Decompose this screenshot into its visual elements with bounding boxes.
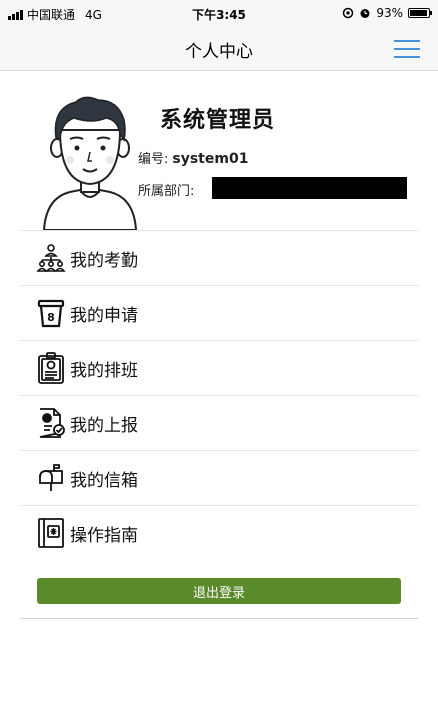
- menu-item-label: 我的考勤: [70, 250, 138, 271]
- profile-card: 系统管理员 编号: system01 所属部门:: [0, 72, 438, 230]
- battery-icon: [408, 8, 432, 18]
- orientation-lock-icon: [343, 7, 354, 19]
- department-row: 所属部门:: [138, 180, 194, 199]
- menu-item-label: 我的申请: [70, 305, 138, 326]
- department-value-redacted: [212, 177, 407, 199]
- menu-item-label: 我的排班: [70, 360, 138, 381]
- menu-item-label: 操作指南: [70, 525, 138, 546]
- document-check-icon: [34, 406, 68, 440]
- avatar: [42, 96, 138, 230]
- org-chart-icon: [34, 241, 68, 275]
- battery-level: [410, 10, 427, 16]
- menu-item-attendance[interactable]: 我的考勤: [20, 230, 418, 285]
- svg-text:8: 8: [47, 311, 55, 324]
- menu-item-applications[interactable]: 8 我的申请: [20, 285, 418, 340]
- nav-bar: 个人中心: [0, 26, 438, 71]
- page-title: 个人中心: [185, 42, 253, 62]
- menu-list: 我的考勤 8 我的申请 我的排班 我的上报 我的信箱 操作指南: [20, 230, 418, 560]
- user-id-value: system01: [172, 151, 249, 167]
- trash-can-icon: 8: [34, 296, 68, 330]
- alarm-icon: [360, 9, 370, 18]
- department-label: 所属部门:: [138, 184, 195, 199]
- clipboard-icon: [34, 351, 68, 385]
- menu-item-schedule[interactable]: 我的排班: [20, 340, 418, 395]
- user-id-label: 编号:: [138, 152, 169, 167]
- menu-item-label: 我的上报: [70, 415, 138, 436]
- menu-item-label: 我的信箱: [70, 470, 138, 491]
- guide-book-icon: [34, 516, 68, 550]
- menu-item-mailbox[interactable]: 我的信箱: [20, 450, 418, 505]
- status-bar: 中国联通 4G 下午3:45 93%: [0, 0, 438, 26]
- hamburger-menu-icon[interactable]: [394, 40, 420, 58]
- divider: [20, 618, 418, 619]
- menu-item-reports[interactable]: 我的上报: [20, 395, 418, 450]
- mailbox-icon: [34, 461, 68, 495]
- menu-item-guide[interactable]: 操作指南: [20, 505, 418, 560]
- user-name: 系统管理员: [160, 108, 276, 133]
- battery-percent: 93%: [376, 6, 403, 20]
- user-id-row: 编号: system01: [138, 148, 248, 167]
- logout-button[interactable]: 退出登录: [37, 578, 401, 604]
